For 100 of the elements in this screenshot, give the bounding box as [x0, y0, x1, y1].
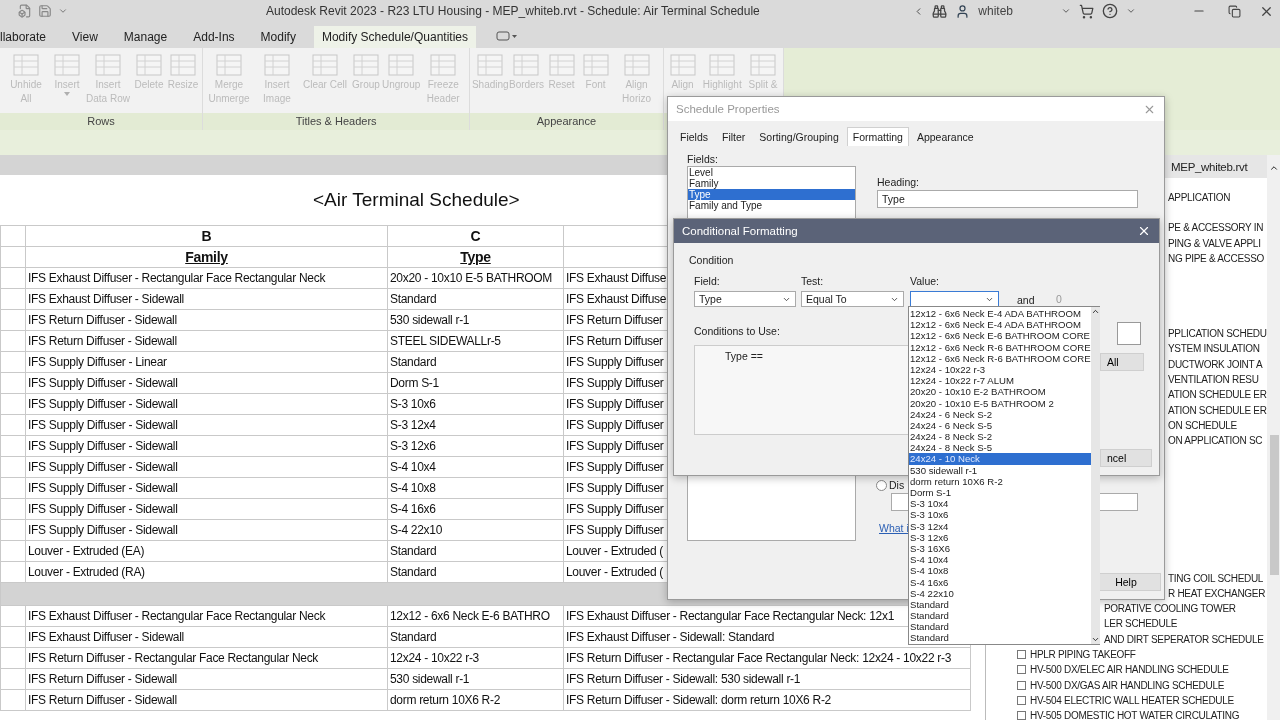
table-cell: Standard — [387, 288, 564, 310]
table-cell: IFS Supply Diffuser - Sidewall — [25, 519, 388, 541]
table-icon — [93, 52, 123, 78]
restore-icon[interactable] — [1228, 4, 1241, 18]
close-icon[interactable] — [1137, 224, 1151, 238]
user-icon[interactable] — [955, 3, 971, 19]
dropdown-option[interactable]: S-4 22x10 — [909, 587, 1091, 599]
browser-item[interactable]: ATION SCHEDULE ER — [1168, 402, 1267, 418]
browser-item[interactable]: PPLICATION SCHEDU — [1168, 326, 1267, 342]
browser-item[interactable]: YSTEM INSULATION — [1168, 341, 1267, 357]
browser-item[interactable]: HPLR PIPING TAKEOFF — [1031, 647, 1267, 663]
value-dropdown[interactable] — [910, 291, 999, 307]
browser-item[interactable]: LER SCHEDULE — [1104, 616, 1267, 632]
dialog-tab[interactable]: Formatting — [846, 127, 909, 146]
browser-item[interactable]: DUCTWORK JOINT A — [1168, 356, 1267, 373]
caret-icon[interactable] — [1126, 6, 1136, 16]
table-cell: S-4 10x8 — [387, 477, 564, 499]
table-cell: IFS Return Diffuser - Sidewall — [25, 330, 388, 352]
scrollbar[interactable] — [1266, 155, 1280, 720]
scroll-thumb[interactable] — [1269, 435, 1279, 575]
radio-label: Dis — [889, 479, 905, 491]
scroll-up-icon[interactable] — [1090, 307, 1100, 316]
browser-item[interactable]: NG PIPE & ACCESSO — [1168, 250, 1267, 267]
browser-item[interactable]: AND DIRT SEPERATOR SCHEDULE — [1104, 631, 1267, 648]
list-item[interactable]: Type — [688, 189, 855, 200]
table-icon — [52, 52, 82, 78]
list-item[interactable]: Level — [688, 167, 855, 178]
table-cell: IFS Supply Diffuser - Sidewall — [25, 435, 388, 457]
dialog-tab[interactable]: Filter — [716, 127, 752, 146]
field-label: Heading: — [877, 176, 920, 188]
browser-item[interactable]: R HEAT EXCHANGER — [1168, 585, 1267, 602]
color-swatch[interactable] — [1117, 322, 1141, 345]
test-dropdown[interactable]: Equal To — [801, 291, 904, 307]
browser-item[interactable]: VENTILATION RESU — [1168, 372, 1267, 388]
field-dropdown[interactable]: Type — [694, 291, 796, 307]
browser-item[interactable]: HV-500 DX/GAS AIR HANDLING SCHEDULE — [1031, 677, 1267, 693]
browser-item[interactable]: ON APPLICATION SC — [1168, 433, 1267, 449]
field-label: Test: — [801, 275, 824, 287]
table-cell: S-3 12x4 — [387, 414, 564, 436]
table-cell: IFS Supply Diffuser - Linear — [25, 351, 388, 373]
window-title: Autodesk Revit 2023 - R23 LTU Housing - MEP_whiteb.rvt - Schedule: Air Terminal Schedule — [266, 4, 760, 18]
table-cell: IFS Return Diffuser - Sidewall: dorm return 10X6 R-2 — [563, 689, 971, 711]
table-icon — [546, 52, 577, 78]
browser-item[interactable]: ATION SCHEDULE ER — [1168, 387, 1267, 403]
dialog-title: Schedule Properties — [676, 103, 780, 115]
table-cell: Standard — [387, 561, 564, 583]
radio-button[interactable] — [876, 479, 887, 491]
table-cell: IFS Supply Diffuser - Sidewall — [25, 477, 388, 499]
browser-item[interactable]: APPLICATION — [1168, 190, 1267, 206]
browser-item[interactable]: HV-500 DX/ELEC AIR HANDLING SCHEDULE — [1031, 662, 1267, 678]
table-cell: IFS Exhaust Diffuser - Rectangular Face Rectangular Neck — [25, 605, 388, 627]
browser-item[interactable]: PING & VALVE APPLI — [1168, 235, 1267, 251]
table-cell: IFS Supply Diffuser - Sidewall — [25, 456, 388, 478]
browser-item[interactable]: HV-504 ELECTRIC WALL HEATER SCHEDULE — [1031, 692, 1267, 709]
schedule-title: <Air Terminal Schedule> — [313, 189, 520, 211]
ribbon-tab[interactable]: View — [64, 26, 106, 48]
file-icon[interactable] — [18, 4, 32, 18]
caret-icon[interactable] — [1061, 6, 1071, 16]
browser-item[interactable]: ON SCHEDULE — [1168, 417, 1267, 434]
all-button[interactable]: All — [1100, 353, 1144, 371]
dialog-title: Conditional Formatting — [682, 225, 798, 237]
dropdown-option[interactable]: 24x24 - 10 Neck — [909, 453, 1091, 465]
column-heading: Type — [387, 246, 564, 268]
browser-item[interactable]: PE & ACCESSORY IN — [1168, 220, 1267, 236]
binoculars-icon[interactable] — [932, 3, 948, 19]
and-label: and — [1017, 294, 1035, 306]
cart-icon[interactable] — [1079, 3, 1094, 19]
ribbon-tab[interactable]: llaborate — [0, 26, 55, 48]
dialog-tab[interactable]: Sorting/Grouping — [753, 127, 845, 146]
list-item[interactable]: Family and Type — [688, 200, 855, 211]
ribbon-tab[interactable]: Manage — [115, 26, 176, 48]
table-cell: IFS Supply Diffuser - Sidewall — [25, 414, 388, 436]
table-icon — [11, 52, 41, 78]
condition-text: Type == — [725, 350, 763, 362]
ribbon-tab[interactable]: Modify Schedule/Quantities — [313, 26, 476, 48]
caret-icon[interactable] — [58, 6, 68, 16]
heading-field[interactable]: Type — [877, 190, 1138, 208]
dialog-tab[interactable]: Fields — [674, 127, 714, 146]
table-cell: Standard — [387, 351, 564, 373]
browser-item[interactable]: HV-505 DOMESTIC HOT WATER CIRCULATING — [1031, 708, 1267, 720]
panel-icon[interactable] — [496, 30, 518, 42]
ribbon-tab[interactable]: Add-Ins — [185, 26, 243, 48]
scroll-down-icon[interactable] — [1090, 635, 1100, 644]
table-cell: S-3 12x6 — [387, 435, 564, 457]
table-cell: 12x24 - 10x22 r-3 — [387, 647, 564, 669]
table-cell: S-3 10x6 — [387, 393, 564, 415]
panel-label: Titles & Headers — [295, 115, 377, 128]
save-icon[interactable] — [38, 4, 52, 18]
cancel-button[interactable]: ncel — [1100, 449, 1152, 467]
scrollbar[interactable] — [1090, 307, 1100, 644]
scroll-up-icon[interactable] — [1269, 163, 1280, 173]
browser-item[interactable]: TING COIL SCHEDUL — [1168, 570, 1267, 586]
list-item[interactable]: Family — [688, 178, 855, 189]
ribbon-tab[interactable]: Modify — [252, 26, 304, 48]
dropdown-option[interactable]: Standard — [909, 632, 1091, 644]
help-link[interactable]: What i — [879, 522, 909, 534]
user-name[interactable]: whiteb — [978, 4, 1013, 18]
dialog-tab[interactable]: Appearance — [910, 127, 980, 146]
help-icon[interactable] — [1102, 3, 1118, 19]
browser-item[interactable]: PORATIVE COOLING TOWER — [1104, 601, 1267, 617]
